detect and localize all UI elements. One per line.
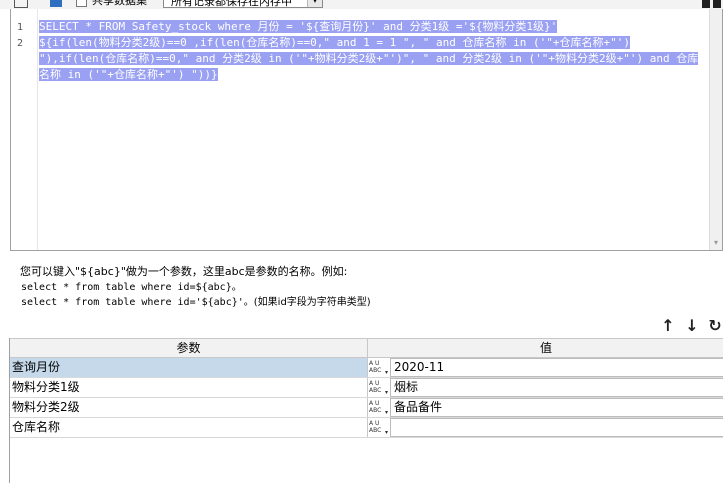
- database-icon[interactable]: [50, 0, 62, 7]
- table-row[interactable]: 查询月份 A U ABC ▾ 2020-11: [10, 358, 723, 378]
- sql-line[interactable]: SELECT * FROM Safety_stock where 月份 = '$…: [39, 20, 558, 33]
- layout-icon[interactable]: [702, 0, 710, 8]
- save-mode-select[interactable]: 所有记录都保存在内存中 ▾: [163, 0, 323, 8]
- table-row[interactable]: 物料分类1级 A U ABC ▾ 烟标: [10, 378, 723, 398]
- param-value-input[interactable]: 备品备件: [390, 398, 723, 417]
- line-number: 2: [17, 38, 24, 49]
- param-name[interactable]: 查询月份: [10, 358, 368, 377]
- sql-editor[interactable]: 1 2 SELECT * FROM Safety_stock where 月份 …: [10, 9, 723, 251]
- param-value-input[interactable]: 2020-11: [390, 358, 723, 377]
- parameter-actions: ↑ ↓ ↻: [653, 316, 723, 338]
- type-abc-icon[interactable]: A U ABC ▾: [368, 418, 390, 437]
- column-header-param: 参数: [10, 339, 368, 358]
- line-number-gutter: 1 2: [11, 9, 38, 250]
- parameter-table: 参数 值 查询月份 A U ABC ▾ 2020-11 物料分类1级 A U ABC ▾…: [9, 338, 723, 483]
- toolbar: 共享数据集 所有记录都保存在内存中 ▾: [0, 0, 723, 9]
- save-mode-value: 所有记录都保存在内存中: [171, 0, 292, 8]
- sql-line[interactable]: ${if(len(物料分类2级)==0 ,if(len(仓库名称)==0," a…: [39, 36, 699, 81]
- hint-example-2-note: 。(如果id字段为字符串类型): [243, 297, 371, 308]
- hint-example-1: select * from table where id=${abc}。: [21, 282, 242, 293]
- scrollbar-thumb[interactable]: [712, 23, 720, 233]
- hint-example-2: select * from table where id='${abc}'。(如…: [21, 293, 371, 308]
- type-abc-icon[interactable]: A U ABC ▾: [368, 398, 390, 417]
- parameter-hint: 您可以键入"${abc}"做为一个参数，这里abc是参数的名称。例如: sele…: [10, 251, 723, 316]
- sql-code[interactable]: SELECT * FROM Safety_stock where 月份 = '$…: [39, 19, 699, 83]
- param-value-input[interactable]: 烟标: [390, 378, 723, 397]
- move-down-icon[interactable]: ↓: [682, 316, 702, 336]
- param-name[interactable]: 仓库名称: [10, 418, 368, 437]
- line-number: 1: [17, 22, 24, 33]
- share-dataset-label: 共享数据集: [92, 0, 147, 7]
- share-dataset-checkbox[interactable]: [76, 0, 87, 7]
- preview-icon[interactable]: [14, 0, 28, 8]
- table-row[interactable]: 仓库名称 A U ABC ▾: [10, 418, 723, 438]
- type-abc-icon[interactable]: A U ABC ▾: [368, 378, 390, 397]
- param-name[interactable]: 物料分类2级: [10, 398, 368, 417]
- vertical-scrollbar[interactable]: ▾: [709, 9, 722, 250]
- chevron-down-icon[interactable]: ▾: [307, 0, 322, 7]
- hint-text: 您可以键入"${abc}"做为一个参数，这里abc是参数的名称。例如:: [20, 265, 348, 278]
- table-row[interactable]: 物料分类2级 A U ABC ▾ 备品备件: [10, 398, 723, 418]
- param-value-input[interactable]: [390, 418, 723, 437]
- layout-icon[interactable]: [713, 0, 721, 8]
- param-name[interactable]: 物料分类1级: [10, 378, 368, 397]
- hint-example-2-code: select * from table where id='${abc}': [21, 297, 244, 308]
- refresh-icon[interactable]: ↻: [705, 316, 723, 336]
- move-up-icon[interactable]: ↑: [658, 316, 678, 336]
- scroll-down-icon[interactable]: ▾: [712, 239, 720, 247]
- table-header: 参数 值: [10, 338, 723, 358]
- type-abc-icon[interactable]: A U ABC ▾: [368, 358, 390, 377]
- column-header-value: 值: [539, 341, 552, 355]
